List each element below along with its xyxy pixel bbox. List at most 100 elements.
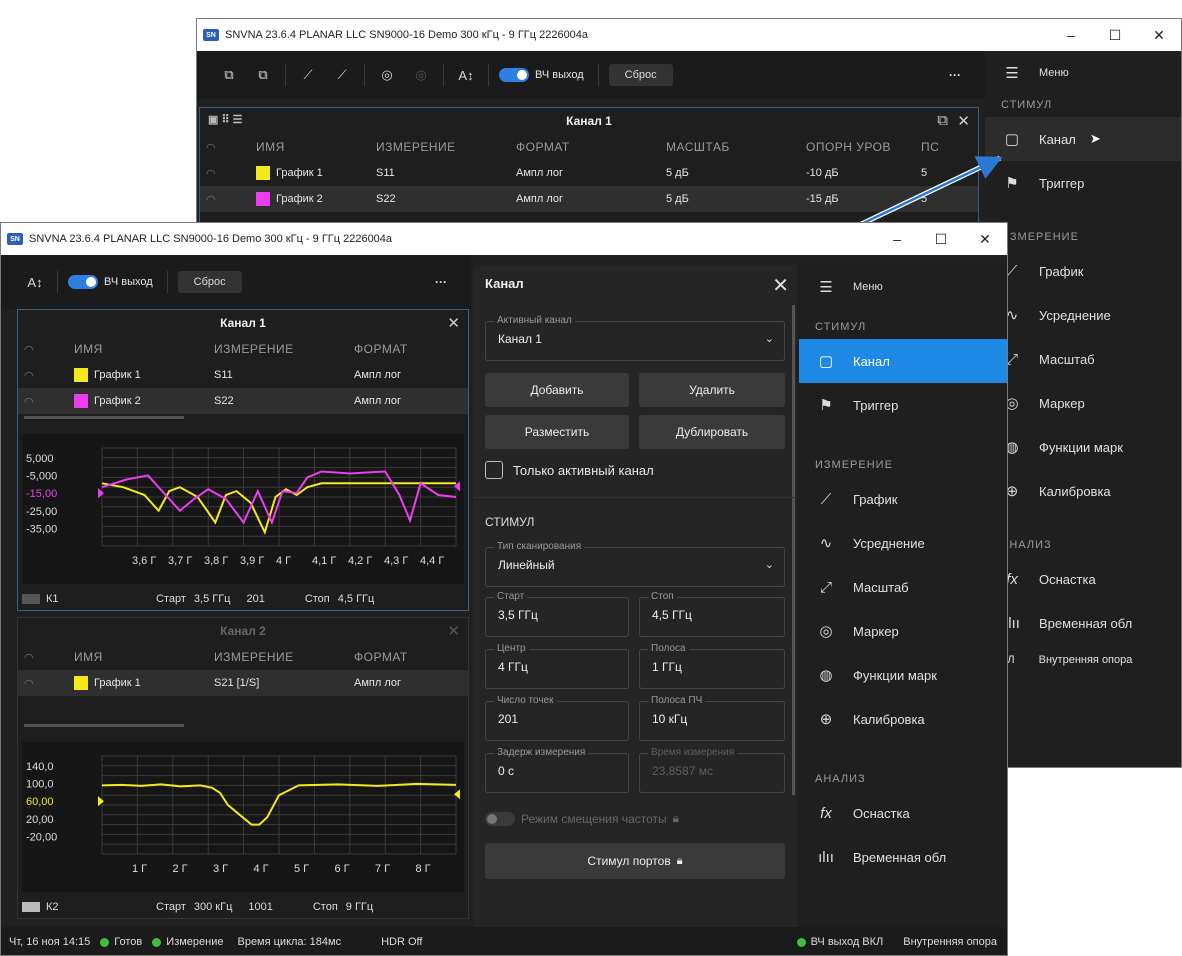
sidebar-item-trigger[interactable]: ⚑ Триггер bbox=[799, 383, 1007, 427]
sidebar-item-fixture[interactable]: fx Оснастка bbox=[799, 791, 1007, 835]
sidebar-item-marker-func[interactable]: ◍ Функции марк bbox=[799, 653, 1007, 697]
table-scrollbar[interactable] bbox=[24, 724, 184, 727]
visibility-icon[interactable]: ◠ bbox=[200, 167, 250, 180]
more-button[interactable]: ··· bbox=[435, 275, 447, 289]
marker-add-icon[interactable]: ◎ bbox=[375, 63, 399, 87]
reset-button[interactable]: Сброс bbox=[608, 64, 673, 86]
close-button[interactable]: ✕ bbox=[963, 223, 1007, 255]
table-row[interactable]: ◠ График 2 S22 Ампл лог bbox=[18, 388, 468, 414]
visibility-icon[interactable]: ◠ bbox=[18, 395, 68, 408]
sidebar-item-trace[interactable]: ⟋ График bbox=[985, 249, 1181, 293]
minimize-button[interactable]: – bbox=[875, 223, 919, 255]
maximize-button[interactable]: ☐ bbox=[919, 223, 963, 255]
stop-value[interactable]: 9 ГГц bbox=[346, 901, 373, 913]
close-button[interactable]: ✕ bbox=[1137, 19, 1181, 51]
points-value[interactable]: 201 bbox=[246, 593, 264, 605]
reset-button[interactable]: Сброс bbox=[177, 271, 242, 293]
maximize-icon[interactable]: ⧉ bbox=[937, 112, 948, 129]
sidebar-item-marker[interactable]: ◎ Маркер bbox=[985, 381, 1181, 425]
table-row[interactable]: ◠ График 1 S21 [1/S] Ампл лог bbox=[18, 670, 468, 696]
visibility-icon[interactable]: ◠ bbox=[200, 193, 250, 206]
delete-trace-icon[interactable]: ⧉ bbox=[251, 63, 275, 87]
rf-output-toggle[interactable] bbox=[499, 68, 529, 82]
sidebar-item-fixture[interactable]: fx Оснастка bbox=[985, 557, 1181, 601]
sidebar-item-channel[interactable]: ▢ Канал ➤ bbox=[985, 117, 1181, 161]
autoscale-button[interactable]: A↕ bbox=[454, 63, 478, 87]
section-measurement: ИЗМЕРЕНИЕ bbox=[815, 459, 893, 471]
start-field[interactable]: Старт 3,5 ГГц bbox=[485, 591, 629, 637]
col-header: ИМЯ bbox=[256, 140, 285, 154]
delete-channel-button[interactable]: Удалить bbox=[639, 373, 785, 407]
close-icon[interactable]: ✕ bbox=[447, 314, 460, 332]
sidebar-item-channel[interactable]: ▢ Канал bbox=[799, 339, 1007, 383]
stop-label: Стоп bbox=[312, 901, 338, 913]
visibility-icon[interactable]: ◠ bbox=[18, 677, 68, 690]
table-scrollbar[interactable] bbox=[24, 416, 184, 419]
span-field[interactable]: Полоса 1 ГГц bbox=[639, 643, 785, 689]
close-icon[interactable]: ✕ bbox=[772, 273, 789, 298]
minimize-button[interactable]: – bbox=[1049, 19, 1093, 51]
close-icon[interactable]: ✕ bbox=[447, 622, 460, 640]
points-value[interactable]: 1001 bbox=[248, 901, 272, 913]
channel1-chart[interactable]: 5,000 -5,000 -15,00 -25,00 -35,00 3,6 Г 3,7 Г 3… bbox=[22, 434, 464, 584]
field-value: 23,8587 мс bbox=[652, 764, 713, 778]
sidebar-item-scale[interactable]: ⤢ Масштаб bbox=[799, 565, 1007, 609]
sidebar-item-trace[interactable]: ⟋ График bbox=[799, 477, 1007, 521]
delete-channel-icon[interactable]: ⟋ bbox=[330, 63, 354, 87]
settings-scrollbar[interactable] bbox=[792, 305, 795, 795]
add-trace-icon[interactable]: ⧉ bbox=[217, 63, 241, 87]
visibility-icon[interactable]: ◠ bbox=[18, 369, 68, 382]
autoscale-button[interactable]: A↕ bbox=[23, 270, 47, 294]
toggle-switch[interactable] bbox=[485, 811, 515, 826]
sidebar-item-time-domain[interactable]: ılıı Временная обл bbox=[799, 835, 1007, 879]
sidebar-item-time-domain[interactable]: ılıı Временная обл bbox=[985, 601, 1181, 645]
active-channel-select[interactable]: Активный канал Канал 1 ⌄ bbox=[485, 315, 785, 361]
sidebar-item-calibration[interactable]: ⊕ Калибровка bbox=[799, 697, 1007, 741]
ifbw-field[interactable]: Полоса ПЧ 10 кГц bbox=[639, 695, 785, 741]
menu-button[interactable]: ☰ Меню bbox=[799, 265, 1007, 309]
x-tick-label: 4 Г bbox=[276, 555, 291, 567]
arrange-button[interactable]: Разместить bbox=[485, 415, 629, 449]
sweep-type-select[interactable]: Тип сканирования Линейный ⌄ bbox=[485, 541, 785, 587]
only-active-checkbox[interactable]: Только активный канал bbox=[485, 461, 654, 479]
x-tick-label: 3,9 Г bbox=[240, 555, 264, 567]
port-stimulus-button[interactable]: Стимул портов 🔒︎ bbox=[485, 843, 785, 879]
sidebar-item-average[interactable]: ∿ Усреднение bbox=[985, 293, 1181, 337]
stop-value[interactable]: 4,5 ГГц bbox=[338, 593, 375, 605]
field-label: Тип сканирования bbox=[494, 541, 585, 552]
stop-field[interactable]: Стоп 4,5 ГГц bbox=[639, 591, 785, 637]
start-value[interactable]: 3,5 ГГц bbox=[194, 593, 231, 605]
menu-button[interactable]: ☰ Меню bbox=[985, 51, 1181, 95]
close-icon[interactable]: ✕ bbox=[957, 112, 970, 130]
table-row[interactable]: ◠ График 1 S11 Ампл лог bbox=[18, 362, 468, 388]
sidebar-label: Усреднение bbox=[1039, 307, 1111, 323]
channel-indicator bbox=[22, 594, 40, 604]
sidebar-item-calibration[interactable]: ⊕ Калибровка bbox=[985, 469, 1181, 513]
more-button[interactable]: ··· bbox=[949, 68, 961, 82]
points-field[interactable]: Число точек 201 bbox=[485, 695, 629, 741]
center-field[interactable]: Центр 4 ГГц bbox=[485, 643, 629, 689]
checkbox-box[interactable] bbox=[485, 461, 503, 479]
add-channel-button[interactable]: Добавить bbox=[485, 373, 629, 407]
channel2-chart[interactable]: 140,0 100,0 60,00 20,00 -20,00 1 Г 2 Г 3 Г 4 Г 5 … bbox=[22, 742, 464, 892]
sidebar-item-marker-func[interactable]: ◍ Функции марк bbox=[985, 425, 1181, 469]
sidebar-item-trigger[interactable]: ⚑ Триггер bbox=[985, 161, 1181, 205]
channel2-panel[interactable]: Канал 2 ✕ ◠ ИМЯ ИЗМЕРЕНИЕ ФОРМАТ ◠ Графи… bbox=[17, 617, 469, 919]
col-header: ИМЯ bbox=[74, 342, 103, 356]
freq-offset-toggle[interactable]: Режим смещения частоты 🔒︎ bbox=[485, 811, 679, 826]
layout-icons[interactable]: ▣ ⠿ ☰ bbox=[208, 113, 242, 126]
calibration-icon: ⊕ bbox=[819, 711, 833, 728]
rf-output-toggle[interactable] bbox=[68, 275, 98, 289]
add-channel-icon[interactable]: ⟋ bbox=[296, 63, 320, 87]
toggle-label: Режим смещения частоты bbox=[521, 811, 667, 826]
sidebar-item-scale[interactable]: ⤢ Масштаб bbox=[985, 337, 1181, 381]
delay-field[interactable]: Задерж измерения 0 с bbox=[485, 747, 629, 793]
start-value[interactable]: 300 кГц bbox=[194, 901, 232, 913]
marker-del-icon[interactable]: ◎ bbox=[409, 63, 433, 87]
sidebar-item-average[interactable]: ∿ Усреднение bbox=[799, 521, 1007, 565]
sidebar-item-marker[interactable]: ◎ Маркер bbox=[799, 609, 1007, 653]
maximize-button[interactable]: ☐ bbox=[1093, 19, 1137, 51]
channel1-panel[interactable]: Канал 1 ✕ ◠ ИМЯ ИЗМЕРЕНИЕ ФОРМАТ ◠ Графи… bbox=[17, 309, 469, 611]
duplicate-button[interactable]: Дублировать bbox=[639, 415, 785, 449]
section-stimulus: СТИМУЛ bbox=[1001, 99, 1053, 111]
